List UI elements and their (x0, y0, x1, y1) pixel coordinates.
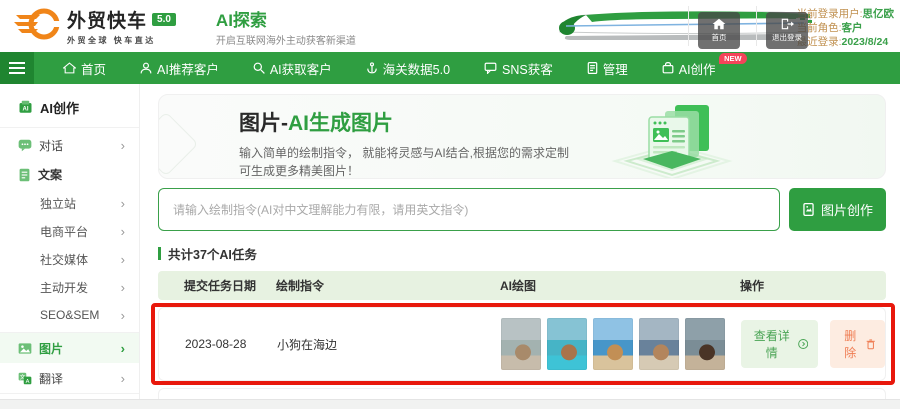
image-create-icon (802, 203, 815, 216)
nav-item-ai-create[interactable]: AI创作 NEW (645, 52, 733, 84)
page-banner: 图片-AI生成图片 输入简单的绘制指令， 就能将灵感与AI结合,根据您的需求定制… (158, 94, 886, 179)
table-header: 提交任务日期 绘制指令 AI绘图 操作 (158, 271, 886, 300)
sidebar-item-translate[interactable]: 文A 翻译 › (0, 363, 139, 394)
sidebar: AI AI创作 对话 › 文案 独立站 › (0, 84, 140, 409)
view-details-button[interactable]: 查看详情 (741, 320, 818, 368)
sidebar-item-image[interactable]: 图片 › (0, 332, 139, 363)
document-icon (587, 62, 598, 74)
svg-text:AI: AI (23, 107, 29, 113)
sidebar-item-copywriting[interactable]: 文案 (0, 160, 139, 189)
task-date: 2023-08-28 (185, 337, 277, 351)
brand-name: 外贸快车 (67, 6, 147, 33)
sidebar-item-ecommerce[interactable]: 电商平台 › (0, 217, 139, 245)
circle-arrow-icon (798, 338, 808, 350)
ai-image-thumbnail[interactable] (639, 318, 679, 370)
ai-image-thumbnail[interactable] (547, 318, 587, 370)
trash-icon (866, 338, 875, 350)
ai-image-thumbnail[interactable] (593, 318, 633, 370)
document-icon (18, 168, 31, 182)
prompt-bar: 图片创作 (158, 188, 886, 231)
sidebar-item-seo-sem[interactable]: SEO&SEM › (0, 301, 139, 329)
brand-logo: 外贸快车 5.0 外贸全球 快车直达 (0, 6, 176, 46)
wing-logo-icon (14, 7, 60, 46)
logout-button-label: 退出登录 (772, 32, 802, 43)
ai-image-thumbnails (501, 318, 741, 370)
ai-image-thumbnail[interactable] (501, 318, 541, 370)
logout-icon (780, 18, 794, 30)
bottom-strip (0, 399, 900, 409)
chat-icon (18, 139, 32, 152)
sidebar-item-ai-create[interactable]: AI AI创作 (0, 88, 139, 128)
chevron-right-icon: › (121, 281, 125, 294)
column-header-images: AI绘图 (500, 277, 740, 294)
sidebar-item-independent-site[interactable]: 独立站 › (0, 189, 139, 217)
nav-item-customs-data[interactable]: 海关数据5.0 (349, 52, 467, 84)
summary-accent-bar (158, 247, 161, 260)
create-image-button[interactable]: 图片创作 (789, 188, 886, 231)
chevron-right-icon: › (121, 139, 125, 152)
header-divider (688, 6, 689, 46)
task-prompt: 小狗在海边 (277, 336, 501, 353)
search-icon (253, 62, 265, 74)
column-header-prompt: 绘制指令 (276, 277, 500, 294)
app-window: 外贸快车 5.0 外贸全球 快车直达 AI探索 开启互联网海外主动获客新渠道 (0, 0, 900, 409)
product-title-block: AI探索 开启互联网海外主动获客新渠道 (198, 6, 356, 47)
delete-button[interactable]: 删除 (830, 320, 885, 368)
column-header-actions: 操作 (740, 277, 886, 294)
task-count-text: 共计37个AI任务 (168, 244, 257, 263)
sidebar-item-social-media[interactable]: 社交媒体 › (0, 245, 139, 273)
home-button-label: 首页 (712, 32, 727, 43)
top-header: 外贸快车 5.0 外贸全球 快车直达 AI探索 开启互联网海外主动获客新渠道 (0, 0, 900, 52)
chevron-right-icon: › (121, 372, 125, 385)
page-description: 输入简单的绘制指令， 就能将灵感与AI结合,根据您的需求定制 可生成更多精美图片… (239, 144, 885, 179)
nav-item-manage[interactable]: 管理 (570, 52, 645, 84)
product-title: AI探索 (216, 6, 356, 31)
brand-tagline: 外贸全球 快车直达 (67, 35, 176, 46)
user-info-panel: 当前登录用户:思亿欧 当前角色:客户 最近登录:2023/8/24 (797, 7, 894, 49)
chevron-right-icon: › (121, 197, 125, 210)
ai-image-thumbnail[interactable] (685, 318, 725, 370)
translate-icon: 文A (18, 372, 32, 385)
last-login-line: 最近登录:2023/8/24 (797, 35, 894, 49)
main-content: 图片-AI生成图片 输入简单的绘制指令， 就能将灵感与AI结合,根据您的需求定制… (140, 84, 900, 409)
create-image-button-label: 图片创作 (821, 200, 873, 219)
chat-icon (484, 62, 497, 74)
task-summary: 共计37个AI任务 (158, 244, 886, 263)
ai-create-icon: AI (18, 100, 33, 115)
prompt-input[interactable] (158, 188, 780, 231)
new-badge: NEW (719, 53, 747, 64)
nav-item-ai-recommend[interactable]: AI推荐客户 (123, 52, 236, 84)
chevron-right-icon: › (121, 253, 125, 266)
current-role-line: 当前角色:客户 (797, 21, 894, 35)
user-icon (140, 62, 152, 74)
current-user-line: 当前登录用户:思亿欧 (797, 7, 894, 21)
column-header-date: 提交任务日期 (184, 277, 276, 294)
hamburger-menu-icon[interactable] (0, 52, 34, 84)
main-nav: 首页 AI推荐客户 AI获取客户 海关数据5.0 SNS获客 管理 (0, 52, 900, 84)
chevron-right-icon: › (121, 225, 125, 238)
home-icon (63, 62, 76, 74)
logout-button[interactable]: 退出登录 (766, 12, 808, 49)
version-badge: 5.0 (152, 13, 176, 26)
sidebar-item-active-develop[interactable]: 主动开发 › (0, 273, 139, 301)
table-row: 2023-08-28 小狗在海边 查看详情 (158, 307, 886, 381)
hexagon-watermark (158, 111, 199, 176)
nav-item-sns[interactable]: SNS获客 (467, 52, 570, 84)
image-icon (18, 342, 32, 355)
chevron-right-icon: › (121, 309, 125, 322)
product-subtitle: 开启互联网海外主动获客新渠道 (216, 32, 356, 47)
svg-text:A: A (26, 378, 30, 384)
nav-item-ai-acquire[interactable]: AI获取客户 (236, 52, 349, 84)
banner-illustration (597, 97, 747, 179)
anchor-icon (366, 62, 378, 74)
ai-create-icon (662, 62, 674, 74)
chevron-right-icon: › (121, 342, 125, 355)
home-icon (712, 18, 726, 30)
nav-item-home[interactable]: 首页 (46, 52, 123, 84)
page-title: 图片-AI生成图片 (239, 107, 885, 137)
sidebar-item-chat[interactable]: 对话 › (0, 131, 139, 160)
home-button[interactable]: 首页 (698, 12, 740, 49)
